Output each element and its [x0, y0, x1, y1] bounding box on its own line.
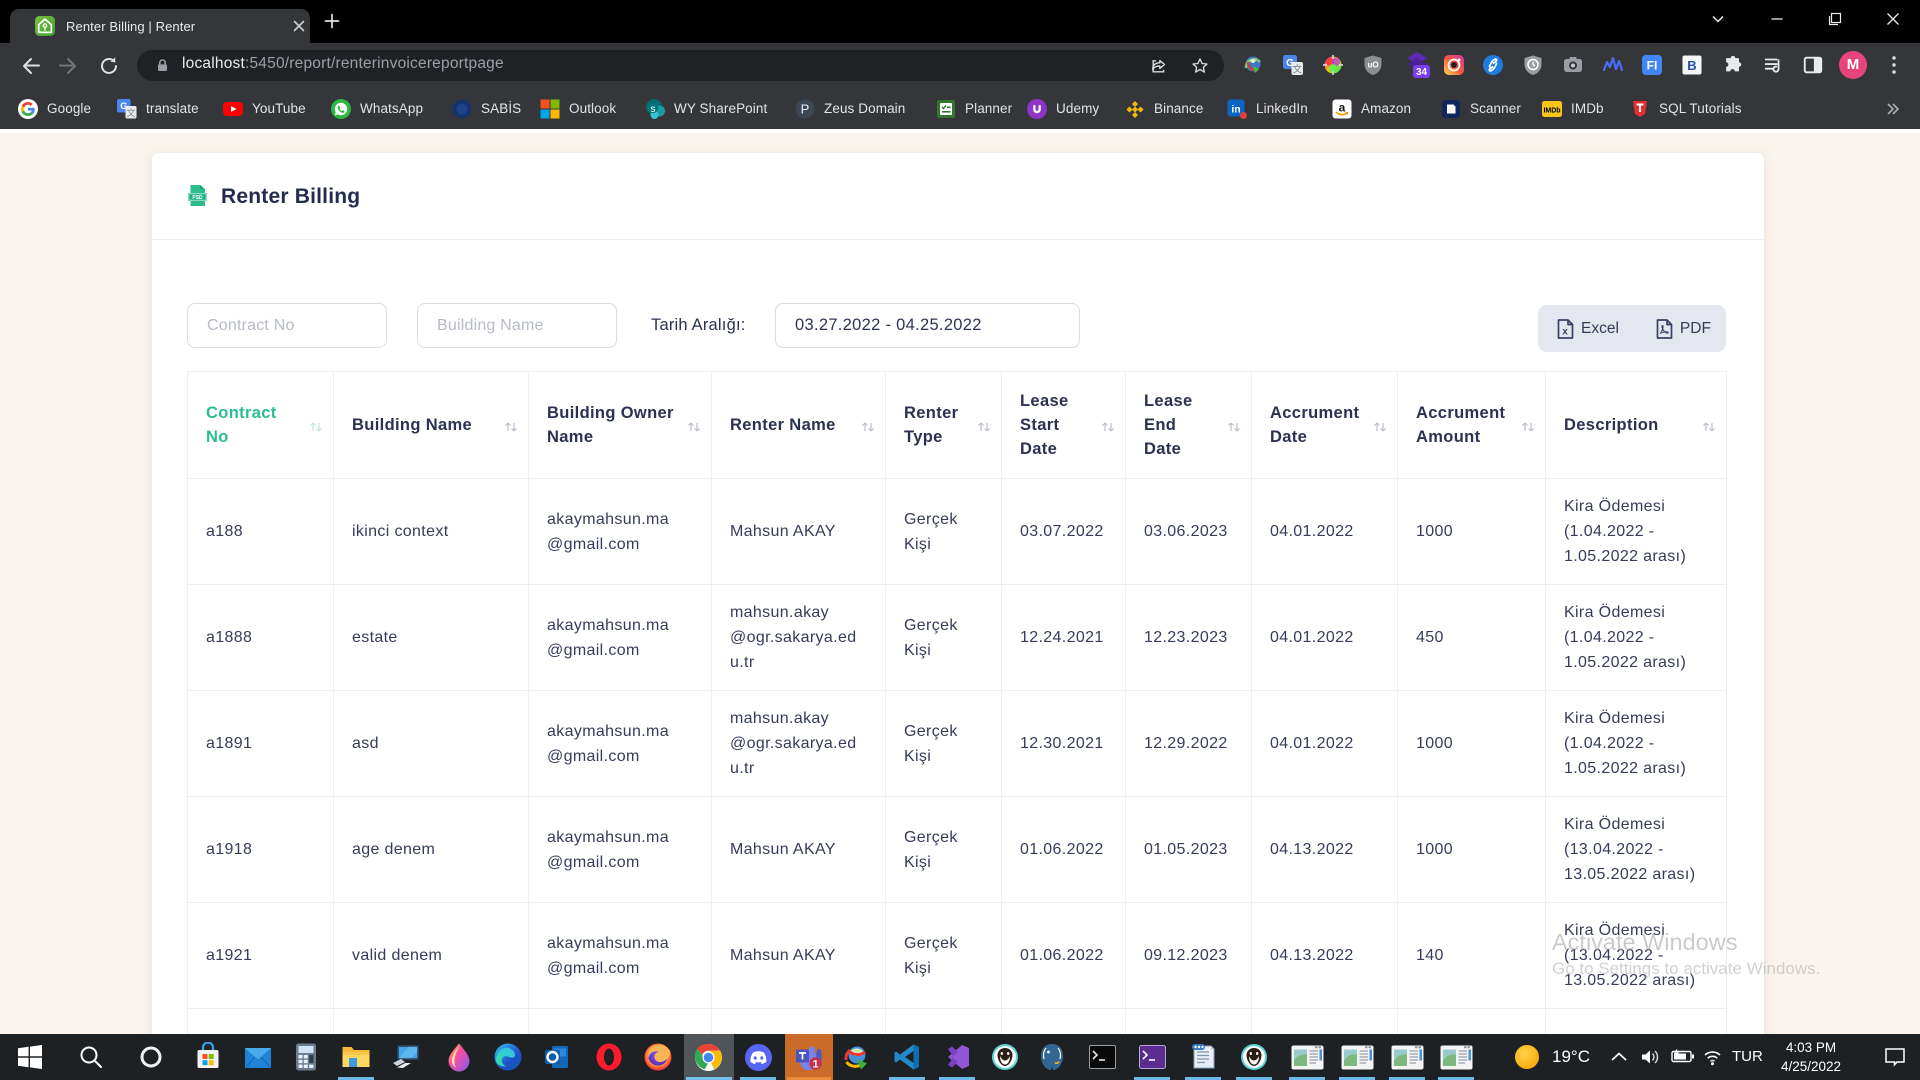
svg-text:文: 文 [126, 106, 135, 117]
svg-text:P: P [801, 101, 810, 116]
svg-text:s: s [651, 103, 656, 114]
svg-text:34: 34 [1416, 67, 1428, 78]
svg-text:1: 1 [812, 1059, 818, 1071]
svg-text:PSD: PSD [192, 195, 203, 201]
svg-text:文: 文 [1292, 63, 1302, 75]
svg-text:uO: uO [1367, 61, 1378, 70]
svg-text:IMDb: IMDb [1543, 107, 1560, 114]
svg-text:x: x [1562, 326, 1568, 337]
svg-text:FI: FI [1647, 59, 1658, 73]
svg-text:a: a [1339, 100, 1346, 114]
svg-text:B: B [1687, 58, 1696, 73]
svg-text:in: in [1231, 103, 1240, 115]
